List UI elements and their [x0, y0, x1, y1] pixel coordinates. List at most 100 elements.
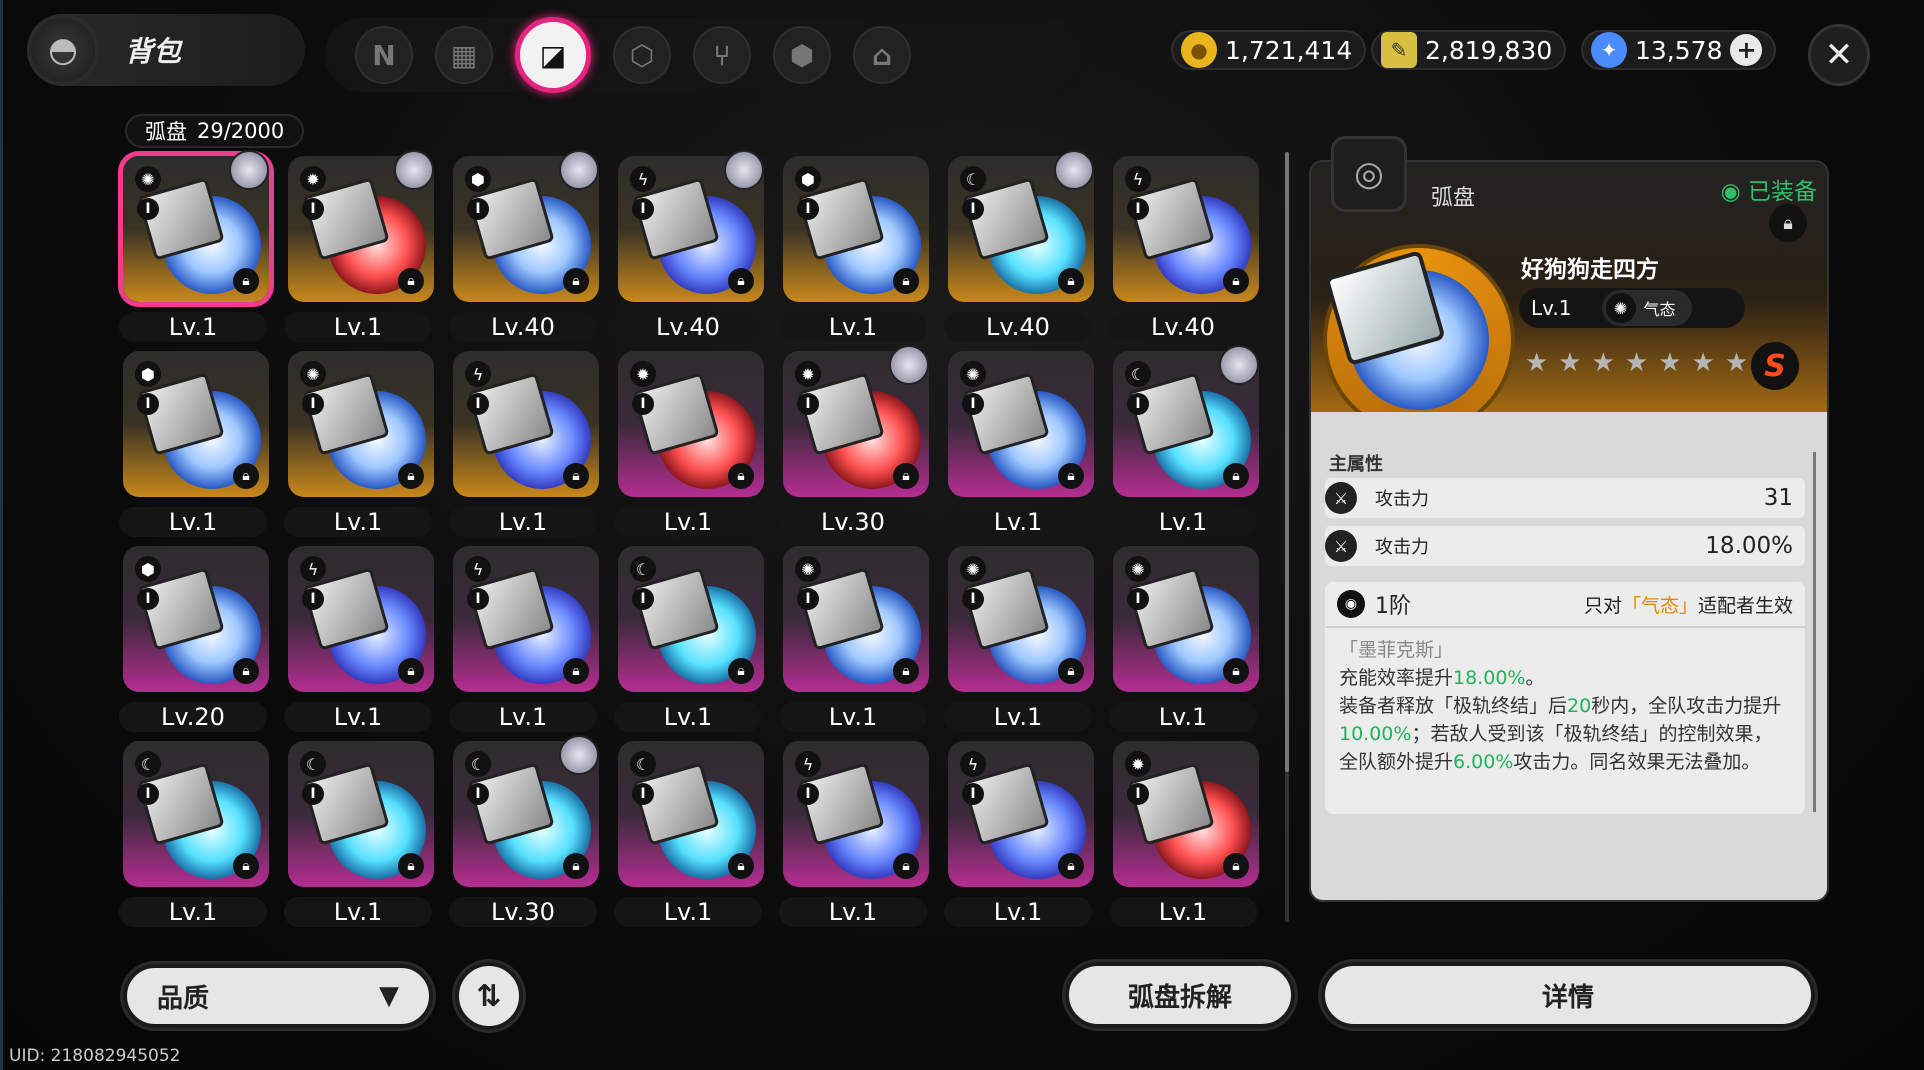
quality-sort-dropdown[interactable]: 品质 ▼: [123, 964, 433, 1028]
disc-slot[interactable]: ☾ I 🔒︎ Lv.1: [115, 737, 269, 932]
disc-slot[interactable]: ✺ I 🔒︎ Lv.1: [940, 542, 1094, 737]
tier-icon: I: [467, 198, 489, 220]
disc-slot[interactable]: ϟ I 🔒︎ Lv.40: [610, 150, 764, 347]
disc-slot[interactable]: ✹ I 🔒︎ Lv.1: [610, 347, 764, 542]
disc-card[interactable]: ϟ I 🔒︎: [288, 546, 434, 692]
inventory-count: 弧盘 29/2000: [125, 114, 305, 148]
disc-slot[interactable]: ⬢ I 🔒︎ Lv.1: [775, 152, 929, 347]
polychrome-currency[interactable]: ✦ 13,578 +: [1581, 30, 1777, 70]
ticket-currency[interactable]: ✎ 2,819,830: [1371, 30, 1567, 70]
disc-slot[interactable]: ✹ I 🔒︎ Lv.1: [280, 150, 434, 347]
disc-slot[interactable]: ☾ I 🔒︎ Lv.1: [1105, 345, 1259, 542]
disc-slot[interactable]: ϟ I 🔒︎ Lv.40: [1105, 152, 1259, 347]
nav-tab-n-logo[interactable]: N: [355, 26, 413, 84]
disc-slot[interactable]: ϟ I 🔒︎ Lv.1: [445, 542, 599, 737]
disc-card[interactable]: ☾ I 🔒︎: [618, 741, 764, 887]
disc-card[interactable]: ϟ I 🔒︎: [453, 351, 599, 497]
disc-slot[interactable]: ☾ I 🔒︎ Lv.30: [445, 735, 599, 932]
disc-card[interactable]: ✺ I 🔒︎: [948, 351, 1094, 497]
stat-row: ⚔ 攻击力 31: [1325, 478, 1805, 518]
tier-icon: I: [797, 393, 819, 415]
nav-tab-utensils[interactable]: ⑂: [693, 26, 751, 84]
disc-slot[interactable]: ☾ I 🔒︎ Lv.1: [610, 542, 764, 737]
nav-tab-home[interactable]: ⌂: [853, 26, 911, 84]
tier-icon: I: [962, 198, 984, 220]
lock-icon: 🔒︎: [563, 463, 589, 489]
lock-icon: 🔒︎: [1058, 268, 1084, 294]
detail-body: 主属性 ⚔ 攻击力 31 ⚔ 攻击力 18.00% ◉ 1阶 只对「气态」适配者…: [1311, 412, 1827, 900]
grid-scrollbar-thumb[interactable]: [1285, 152, 1289, 772]
disc-card[interactable]: ☾ I 🔒︎: [618, 546, 764, 692]
gold-currency[interactable]: ● 1,721,414: [1171, 30, 1367, 70]
disc-detail-panel: 弧盘 ◉ 已装备 🔒︎ 好狗狗走四方 Lv.1 ✺ 气态 ★★★★★★★ S 主…: [1309, 160, 1829, 902]
disc-card[interactable]: ⬢ I 🔒︎: [783, 156, 929, 302]
close-button[interactable]: ✕: [1808, 24, 1870, 86]
disc-card[interactable]: ☾ I 🔒︎: [123, 741, 269, 887]
disc-level: Lv.1: [1109, 702, 1257, 732]
nav-tab-disc-drive[interactable]: ◪: [515, 17, 591, 93]
disc-slot[interactable]: ✹ I 🔒︎ Lv.1: [1105, 737, 1259, 932]
disc-level: Lv.1: [449, 507, 597, 537]
disc-card[interactable]: ⬢ I 🔒︎: [123, 546, 269, 692]
sort-order-button[interactable]: ⇅: [455, 962, 523, 1030]
add-currency-button[interactable]: +: [1730, 34, 1763, 66]
disc-card[interactable]: ☾ I 🔒︎: [288, 741, 434, 887]
lock-icon: 🔒︎: [1223, 268, 1249, 294]
disc-name: 好狗狗走四方: [1521, 257, 1659, 283]
disc-artwork: [1323, 244, 1515, 436]
effect-restriction: 只对「气态」适配者生效: [1584, 591, 1793, 618]
disc-slot[interactable]: ☾ I 🔒︎ Lv.1: [610, 737, 764, 932]
disc-slot[interactable]: ✺ I 🔒︎ Lv.1: [280, 347, 434, 542]
disc-card[interactable]: ✺ I 🔒︎: [1113, 546, 1259, 692]
user-id: UID: 218082945052: [9, 1046, 181, 1066]
disc-slot[interactable]: ✺ I 🔒︎ Lv.1: [1105, 542, 1259, 737]
grid-scrollbar[interactable]: [1285, 152, 1289, 922]
lock-icon: 🔒︎: [1058, 853, 1084, 879]
disc-slot[interactable]: ϟ I 🔒︎ Lv.1: [445, 347, 599, 542]
lock-icon: 🔒︎: [893, 853, 919, 879]
details-button[interactable]: 详情: [1321, 962, 1815, 1028]
disc-card[interactable]: ✹ I 🔒︎: [1113, 741, 1259, 887]
attribute-icon: ✺: [960, 361, 986, 387]
lock-icon: 🔒︎: [893, 268, 919, 294]
nav-tab-package[interactable]: ⬢: [773, 26, 831, 84]
disc-slot[interactable]: ϟ I 🔒︎ Lv.1: [775, 737, 929, 932]
lock-icon: 🔒︎: [893, 658, 919, 684]
disc-slot[interactable]: ✺ I 🔒︎ Lv.1: [775, 542, 929, 737]
disc-card[interactable]: ϟ I 🔒︎: [453, 546, 599, 692]
nav-tab-gameboy[interactable]: ▦: [435, 26, 493, 84]
disc-card[interactable]: ✹ I 🔒︎: [618, 351, 764, 497]
disc-slot[interactable]: ☾ I 🔒︎ Lv.40: [940, 150, 1094, 347]
disc-card[interactable]: ⬢ I 🔒︎: [123, 351, 269, 497]
lock-icon: 🔒︎: [398, 268, 424, 294]
salvage-button[interactable]: 弧盘拆解: [1065, 962, 1295, 1028]
disc-card[interactable]: ϟ I 🔒︎: [1113, 156, 1259, 302]
disc-slot[interactable]: ⬢ I 🔒︎ Lv.20: [115, 542, 269, 737]
nav-tab-cube[interactable]: ⬡: [613, 26, 671, 84]
disc-level: Lv.1: [614, 897, 762, 927]
disc-card[interactable]: ✺ I 🔒︎: [948, 546, 1094, 692]
disc-card[interactable]: ϟ I 🔒︎: [948, 741, 1094, 887]
disc-slot[interactable]: ✺ I 🔒︎ Lv.1: [115, 150, 274, 347]
disc-slot[interactable]: ϟ I 🔒︎ Lv.1: [280, 542, 434, 737]
attribute-icon: ☾: [630, 751, 656, 777]
disc-card[interactable]: ϟ I 🔒︎: [783, 741, 929, 887]
lock-toggle-button[interactable]: 🔒︎: [1769, 204, 1807, 242]
stat-value: 31: [1763, 485, 1793, 511]
effect-text-part: 攻击力。同名效果无法叠加。: [1513, 751, 1761, 773]
disc-slot[interactable]: ⬢ I 🔒︎ Lv.40: [445, 150, 599, 347]
disc-level: Lv.1: [284, 312, 432, 342]
backpack-icon: ◓: [27, 14, 99, 86]
disc-card[interactable]: ✺ I 🔒︎: [783, 546, 929, 692]
gameboy-icon: ▦: [450, 38, 478, 72]
disc-slot[interactable]: ϟ I 🔒︎ Lv.1: [940, 737, 1094, 932]
disc-level: Lv.1: [284, 897, 432, 927]
disc-slot[interactable]: ⬢ I 🔒︎ Lv.1: [115, 347, 269, 542]
disc-slot[interactable]: ✺ I 🔒︎ Lv.1: [940, 347, 1094, 542]
disc-card[interactable]: ✺ I 🔒︎: [288, 351, 434, 497]
detail-scrollbar[interactable]: [1813, 452, 1816, 812]
disc-slot[interactable]: ☾ I 🔒︎ Lv.1: [280, 737, 434, 932]
tier-icon: I: [962, 588, 984, 610]
disc-slot[interactable]: ✹ I 🔒︎ Lv.30: [775, 345, 929, 542]
set-effect-box: ◉ 1阶 只对「气态」适配者生效 「墨菲克斯」 充能效率提升18.00%。 装备…: [1325, 582, 1805, 814]
